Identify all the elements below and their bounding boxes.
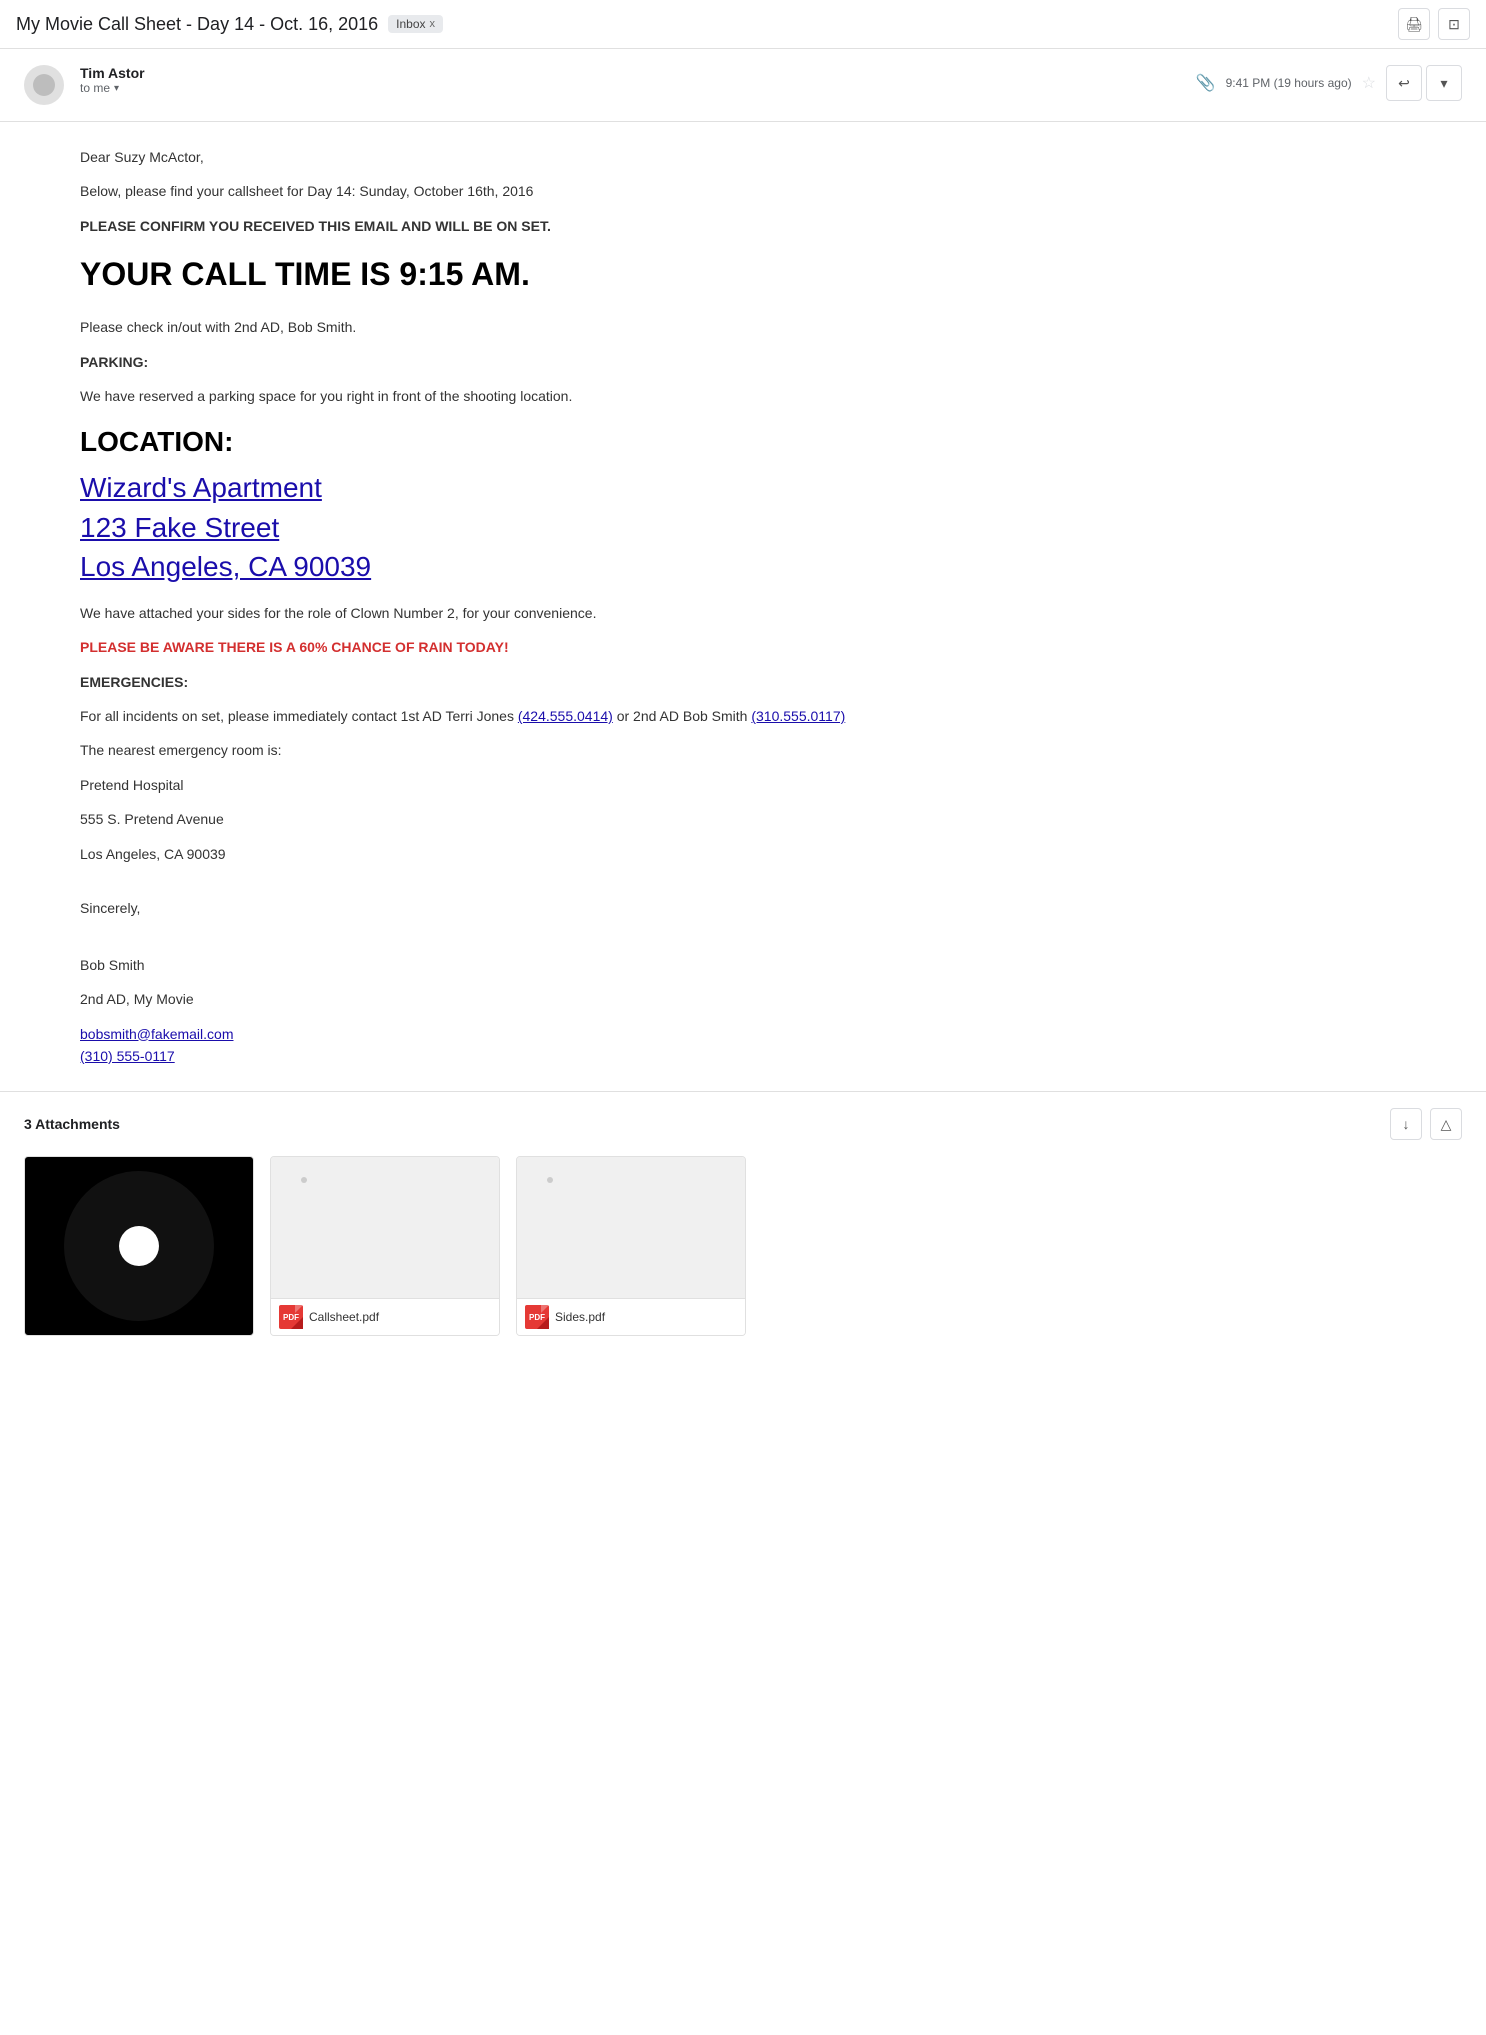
sides-filename: Sides.pdf xyxy=(555,1310,605,1324)
attachment-3[interactable]: PDF Sides.pdf xyxy=(516,1156,746,1336)
signature: Sincerely, Bob Smith 2nd AD, My Movie bo… xyxy=(80,897,1406,1067)
download-all-button[interactable]: ↓ xyxy=(1390,1108,1422,1140)
attachments-grid: PDF Callsheet.pdf PDF xyxy=(24,1156,1462,1336)
drive-icon: △ xyxy=(1441,1116,1452,1133)
to-dropdown-icon[interactable]: ▾ xyxy=(114,83,119,94)
pdf-preview-area-1 xyxy=(271,1157,499,1298)
hospital-address-1: 555 S. Pretend Avenue xyxy=(80,808,1406,830)
parking-text: We have reserved a parking space for you… xyxy=(80,385,1406,407)
email-subject: My Movie Call Sheet - Day 14 - Oct. 16, … xyxy=(16,14,378,35)
pdf-thumb-callsheet: PDF Callsheet.pdf xyxy=(271,1157,499,1335)
inbox-close-icon[interactable]: x xyxy=(430,18,436,30)
avatar-image xyxy=(33,74,55,96)
more-button[interactable]: ▾ xyxy=(1426,65,1462,101)
top-bar-right: 🖨 ⊡ xyxy=(1398,8,1470,40)
emergency-phone-2[interactable]: (310.555.0117) xyxy=(751,708,845,724)
action-buttons: ↩ ▾ xyxy=(1386,65,1462,101)
popout-icon: ⊡ xyxy=(1448,16,1460,33)
emergency-phone-1[interactable]: (424.555.0414) xyxy=(518,708,613,724)
top-bar: My Movie Call Sheet - Day 14 - Oct. 16, … xyxy=(0,0,1486,49)
email-meta: 📎 9:41 PM (19 hours ago) ☆ ↩ ▾ xyxy=(1196,65,1462,101)
sender-info: Tim Astor to me ▾ xyxy=(80,65,1196,95)
parking-label: PARKING: xyxy=(80,351,1406,373)
pdf-dot xyxy=(301,1177,307,1183)
confirm-text: PLEASE CONFIRM YOU RECEIVED THIS EMAIL A… xyxy=(80,215,1406,237)
vinyl-center xyxy=(119,1226,159,1266)
sides-text: We have attached your sides for the role… xyxy=(80,602,1406,624)
attachment-clip-icon: 📎 xyxy=(1196,73,1216,93)
emergency-text-1: For all incidents on set, please immedia… xyxy=(80,708,518,724)
email-body: Dear Suzy McActor, Below, please find yo… xyxy=(0,122,1486,1091)
vinyl-record xyxy=(64,1171,214,1321)
location-city-link[interactable]: Los Angeles, CA 90039 xyxy=(80,547,1406,586)
sides-footer: PDF Sides.pdf xyxy=(517,1298,745,1335)
drive-save-button[interactable]: △ xyxy=(1430,1108,1462,1140)
reply-button[interactable]: ↩ xyxy=(1386,65,1422,101)
to-label: to me xyxy=(80,81,110,95)
inbox-badge[interactable]: Inbox x xyxy=(388,15,443,33)
pdf-dot-2 xyxy=(547,1177,553,1183)
intro: Below, please find your callsheet for Da… xyxy=(80,180,1406,202)
attachment-1[interactable] xyxy=(24,1156,254,1336)
call-time: YOUR CALL TIME IS 9:15 AM. xyxy=(80,249,1406,300)
inbox-label: Inbox xyxy=(396,17,425,31)
hospital-name: Pretend Hospital xyxy=(80,774,1406,796)
sig-email-link[interactable]: bobsmith@fakemail.com xyxy=(80,1023,1406,1045)
pdf-corner-1 xyxy=(291,1317,303,1329)
reply-icon: ↩ xyxy=(1398,75,1410,92)
attachment-2[interactable]: PDF Callsheet.pdf xyxy=(270,1156,500,1336)
star-icon[interactable]: ☆ xyxy=(1362,73,1376,93)
checkin-text: Please check in/out with 2nd AD, Bob Smi… xyxy=(80,316,1406,338)
location-label: LOCATION: xyxy=(80,420,1406,465)
popout-button[interactable]: ⊡ xyxy=(1438,8,1470,40)
sender-to: to me ▾ xyxy=(80,81,1196,95)
location-street-link[interactable]: 123 Fake Street xyxy=(80,508,1406,547)
callsheet-filename: Callsheet.pdf xyxy=(309,1310,379,1324)
callsheet-footer: PDF Callsheet.pdf xyxy=(271,1298,499,1335)
print-button[interactable]: 🖨 xyxy=(1398,8,1430,40)
attachments-title: 3 Attachments xyxy=(24,1116,120,1132)
pdf-icon-2: PDF xyxy=(525,1305,549,1329)
more-icon: ▾ xyxy=(1440,75,1447,92)
pdf-preview-area-2 xyxy=(517,1157,745,1298)
location-name-link[interactable]: Wizard's Apartment xyxy=(80,468,1406,507)
pdf-icon-1: PDF xyxy=(279,1305,303,1329)
sig-title: 2nd AD, My Movie xyxy=(80,988,1406,1010)
sincerely: Sincerely, xyxy=(80,897,1406,919)
attachments-header: 3 Attachments ↓ △ xyxy=(24,1108,1462,1140)
pdf-thumb-sides: PDF Sides.pdf xyxy=(517,1157,745,1335)
attachments-actions: ↓ △ xyxy=(1390,1108,1462,1140)
greeting: Dear Suzy McActor, xyxy=(80,146,1406,168)
attachments-section: 3 Attachments ↓ △ xyxy=(0,1091,1486,1352)
timestamp: 9:41 PM (19 hours ago) xyxy=(1226,76,1352,90)
emergency-text-3: The nearest emergency room is: xyxy=(80,739,1406,761)
top-bar-left: My Movie Call Sheet - Day 14 - Oct. 16, … xyxy=(16,14,443,35)
sender-name: Tim Astor xyxy=(80,65,1196,81)
hospital-address-2: Los Angeles, CA 90039 xyxy=(80,843,1406,865)
sig-name: Bob Smith xyxy=(80,954,1406,976)
avatar xyxy=(24,65,64,105)
email-header: Tim Astor to me ▾ 📎 9:41 PM (19 hours ag… xyxy=(0,49,1486,122)
emergencies-label: EMERGENCIES: xyxy=(80,671,1406,693)
download-icon: ↓ xyxy=(1403,1116,1410,1132)
sig-phone-link[interactable]: (310) 555-0117 xyxy=(80,1045,1406,1067)
emergency-paragraph: For all incidents on set, please immedia… xyxy=(80,705,1406,727)
print-icon: 🖨 xyxy=(1405,16,1423,33)
pdf-corner-2 xyxy=(537,1317,549,1329)
rain-warning: PLEASE BE AWARE THERE IS A 60% CHANCE OF… xyxy=(80,636,1406,658)
emergency-text-2: or 2nd AD Bob Smith xyxy=(613,708,752,724)
